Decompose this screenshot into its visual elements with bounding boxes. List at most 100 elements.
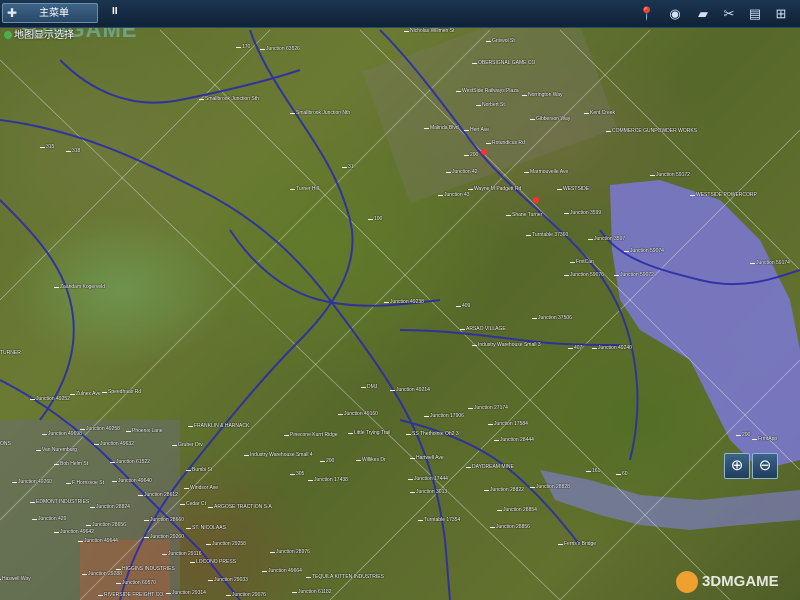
map-label[interactable]: Willikes Dr <box>362 457 386 463</box>
map-label[interactable]: 100 <box>374 216 382 222</box>
map-label[interactable]: Marmouvelle Ave <box>530 169 568 175</box>
map-label[interactable]: FrmtApp <box>758 436 777 442</box>
map-display-selector[interactable]: 地图显示选择 <box>4 29 74 43</box>
map-label[interactable]: Junction 42 <box>452 169 478 175</box>
map-label[interactable]: Junction 17906 <box>430 413 464 419</box>
map-label[interactable]: Bob Helm St <box>60 461 88 467</box>
map-label[interactable]: Junction 49238 <box>390 299 424 305</box>
map-label[interactable]: Junction 29258 <box>212 541 246 547</box>
map-label[interactable]: Speedhaas Rd <box>108 389 141 395</box>
map-label[interactable]: DMJ <box>367 384 377 390</box>
book-icon[interactable]: ▰ <box>692 4 714 24</box>
map-label[interactable]: Smallbrook Junction Sth <box>205 96 259 102</box>
map-label[interactable]: Junction 28828 <box>536 484 570 490</box>
map-label[interactable]: FRANKLIN & HARNACK <box>194 423 249 429</box>
map-label[interactable]: DAYDREAM MINE <box>472 464 514 470</box>
map-label[interactable]: Junction 61522 <box>116 459 150 465</box>
map-label[interactable]: Junction 43 <box>444 192 470 198</box>
map-label[interactable]: Junction 420 <box>38 516 66 522</box>
map-label[interactable]: Junction 28824 <box>96 504 130 510</box>
map-label[interactable]: Junction 3599 <box>570 210 601 216</box>
map-label[interactable]: Junction 27174 <box>474 405 508 411</box>
map-label[interactable]: 200 <box>326 458 334 464</box>
pin-icon[interactable]: 📍 <box>636 4 658 24</box>
map-label[interactable]: ARGOSE TRACTION S.A <box>214 504 272 510</box>
map-label[interactable]: ONS <box>0 441 11 447</box>
pause-button[interactable]: II <box>112 6 118 18</box>
map-label[interactable]: OBERSIGNAL GAME CO <box>478 60 535 66</box>
map-label[interactable]: WESTSIDE <box>563 186 589 192</box>
map-label[interactable]: Junction 59076 <box>570 272 604 278</box>
map-label[interactable]: Junction 49642 <box>60 529 94 535</box>
terrain-map[interactable]: Nicholas Willmen St Griswol St 170 Junction… <box>0 0 800 600</box>
film-icon[interactable]: ▤ <box>744 4 766 24</box>
map-label[interactable]: 200 <box>470 152 478 158</box>
map-label[interactable]: Junction 49258 <box>86 426 120 432</box>
eye-icon[interactable]: ◉ <box>664 4 686 24</box>
map-label[interactable]: Junction 3597 <box>594 236 625 242</box>
map-label[interactable]: F Hornsvoe St <box>72 480 104 486</box>
map-label[interactable]: FmtCan <box>576 259 594 265</box>
map-label[interactable]: 407 <box>574 345 582 351</box>
map-label[interactable]: Junction 49664 <box>268 568 302 574</box>
map-label[interactable]: Phoenix Lane <box>132 428 163 434</box>
zoom-in-button[interactable]: ⊕ <box>724 453 750 479</box>
map-label[interactable]: Junction 59072 <box>620 272 654 278</box>
map-label[interactable]: Ferris's Bridge <box>564 541 596 547</box>
map-label[interactable]: Junction 29116 <box>168 551 202 557</box>
zoom-out-button[interactable]: ⊖ <box>752 453 778 479</box>
map-label[interactable]: Junction 17444 <box>414 476 448 482</box>
map-label[interactable]: Junction 49632 <box>100 441 134 447</box>
map-label[interactable]: Junction 17584 <box>494 421 528 427</box>
map-label[interactable]: Junction 28612 <box>144 492 178 498</box>
map-label[interactable]: Hert Ave <box>470 127 489 133</box>
map-label[interactable]: TEQUILA KITTEN INDUSTRIES <box>312 574 384 580</box>
map-label[interactable]: ARSAO VILLAGE <box>466 326 506 332</box>
map-label[interactable]: RIVERSIDE FREIGHT CO. <box>104 592 164 598</box>
map-label[interactable]: Junction 29314 <box>172 590 206 596</box>
map-label[interactable]: Van Nuremburg <box>42 447 77 453</box>
map-label[interactable]: Norrington Way <box>528 92 563 98</box>
map-label[interactable]: 161 <box>592 468 600 474</box>
map-label[interactable]: 315 <box>46 144 54 150</box>
map-label[interactable]: Junction 49214 <box>396 387 430 393</box>
map-label[interactable]: Junction 59174 <box>756 260 790 266</box>
map-label[interactable]: Junction 29076 <box>232 592 266 598</box>
map-label[interactable]: Windsor Ave <box>190 485 218 491</box>
map-label[interactable]: Junction 63526 <box>266 46 300 52</box>
map-label[interactable]: Junction 28444 <box>500 437 534 443</box>
map-label[interactable]: Junction 28660 <box>150 517 184 523</box>
map-label[interactable]: Junction 59074 <box>630 248 664 254</box>
map-label[interactable]: Turner Hill <box>296 186 319 192</box>
map-label[interactable]: Haswell Way <box>2 576 31 582</box>
map-label[interactable]: Junction 49252 <box>36 396 70 402</box>
map-label[interactable]: TURNER <box>0 350 21 356</box>
map-label[interactable]: 409 <box>462 303 470 309</box>
map-label[interactable]: Griswol St <box>492 38 515 44</box>
map-label[interactable]: SS Thetholnte Oh2 3 <box>412 431 459 437</box>
map-label[interactable]: Turntable 37360 <box>532 232 568 238</box>
map-label[interactable]: Junction 49640 <box>118 478 152 484</box>
map-label[interactable]: Junction 29033 <box>214 577 248 583</box>
map-label[interactable]: Gibberson Way <box>536 116 570 122</box>
map-label[interactable]: 200 <box>742 432 750 438</box>
map-label[interactable]: Junction 49240 <box>598 345 632 351</box>
map-label[interactable]: WESTSIDE POWERCORP <box>696 192 757 198</box>
map-label[interactable]: Gruber Drv <box>178 442 203 448</box>
map-label[interactable]: WestSide Railways Plaza <box>462 88 519 94</box>
map-label[interactable]: Junction 37506 <box>538 315 572 321</box>
map-label[interactable]: 31 <box>348 164 354 170</box>
map-label[interactable]: Nicholas Willmen St <box>410 28 454 34</box>
map-label[interactable]: Kent Creek <box>590 110 615 116</box>
map-label[interactable]: Zaandam Kogerveld <box>60 284 105 290</box>
tools-icon[interactable]: ✂ <box>718 4 740 24</box>
map-label[interactable]: HIGGINS INDUSTRIES <box>122 566 175 572</box>
map-label[interactable]: Junction 28656 <box>92 522 126 528</box>
map-label[interactable]: Junction 61182 <box>298 589 332 595</box>
map-label[interactable]: LOCONO PRESS <box>196 559 236 565</box>
map-label[interactable]: 305 <box>296 471 304 477</box>
map-label[interactable]: Norbert St <box>482 102 505 108</box>
map-label[interactable]: Junction 49260 <box>18 479 52 485</box>
map-label[interactable]: EDMONT INDUSTRIES <box>36 499 89 505</box>
map-label[interactable]: Junction 17438 <box>314 477 348 483</box>
